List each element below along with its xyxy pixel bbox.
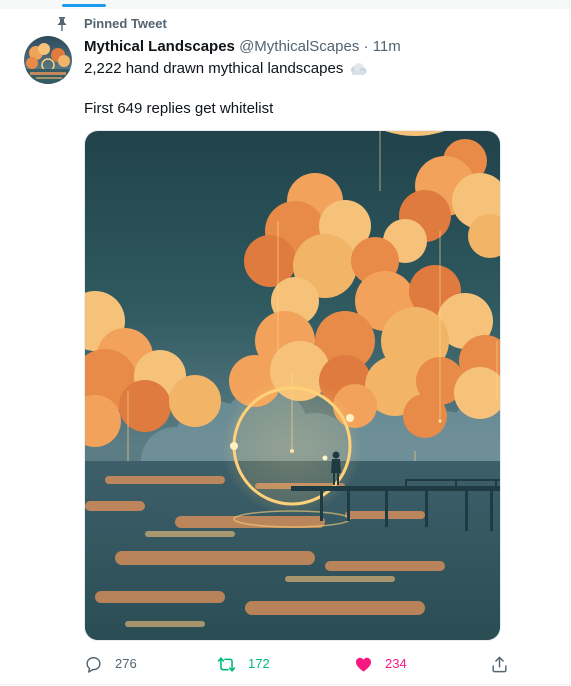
retweet-count: 172 [248,656,270,671]
tweet-text-line-2: First 649 replies get whitelist [84,100,274,117]
author-display-name[interactable]: Mythical Landscapes [84,38,235,55]
like-button[interactable]: 234 [354,652,407,676]
column-divider [569,0,570,686]
tweet-actions: 276 172 234 [84,652,514,676]
pin-icon [56,17,68,31]
cloud-emoji-icon [349,62,367,76]
active-tab-indicator [62,4,106,7]
pinned-row: Pinned Tweet [56,16,167,32]
retweet-icon [217,655,236,674]
header-separator: · [363,38,369,55]
reply-icon [84,655,103,674]
tweet-text: 2,222 hand drawn mythical landscapes Fir… [84,59,554,119]
avatar[interactable] [24,36,72,84]
share-icon [490,655,509,674]
share-button[interactable] [490,652,509,676]
retweet-button[interactable]: 172 [217,652,270,676]
author-handle[interactable]: @MythicalScapes [239,38,359,55]
tweet-media-image[interactable] [84,130,501,641]
like-count: 234 [385,656,407,671]
pinned-tweet-label: Pinned Tweet [84,16,167,31]
heart-icon [354,655,373,674]
reply-count: 276 [115,656,137,671]
tweet-timestamp[interactable]: 11m [373,38,401,55]
tweet-divider [0,684,571,685]
tweet-header: Mythical Landscapes @MythicalScapes · 11… [84,37,401,57]
tweet-text-line-1: 2,222 hand drawn mythical landscapes [84,60,344,77]
reply-button[interactable]: 276 [84,652,137,676]
